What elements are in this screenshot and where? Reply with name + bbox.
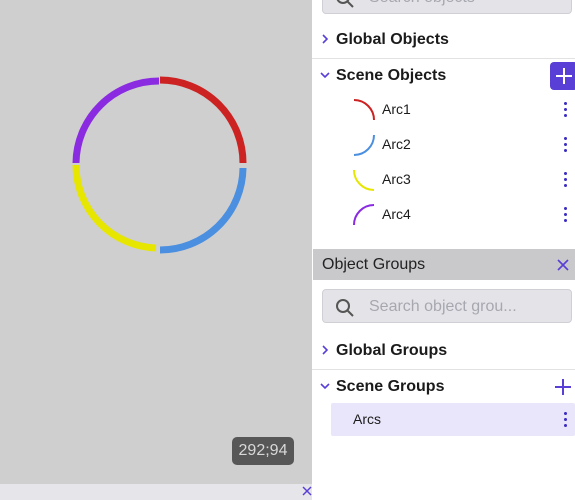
arc-purple bbox=[72, 77, 160, 164]
global-groups-section[interactable]: Global Groups bbox=[312, 333, 575, 370]
arc-blue bbox=[159, 167, 247, 254]
arc-thumbnail-icon bbox=[353, 204, 375, 226]
circle-drawing bbox=[72, 76, 247, 254]
more-options-icon[interactable] bbox=[564, 412, 568, 430]
chevron-down-icon bbox=[320, 72, 330, 79]
more-options-icon[interactable] bbox=[564, 207, 568, 225]
arc-thumbnail-icon bbox=[353, 169, 375, 191]
more-options-icon[interactable] bbox=[564, 102, 568, 120]
chevron-right-icon bbox=[322, 345, 329, 355]
plus-icon bbox=[556, 68, 572, 84]
scene-groups-section[interactable]: Scene Groups bbox=[312, 369, 575, 405]
groups-search-input[interactable]: Search object grou... bbox=[322, 289, 572, 323]
search-icon bbox=[336, 0, 354, 8]
chevron-right-icon bbox=[322, 34, 329, 44]
add-object-button[interactable] bbox=[550, 62, 575, 90]
object-groups-header: Object Groups bbox=[313, 249, 575, 280]
global-objects-section[interactable]: Global Objects bbox=[312, 22, 575, 59]
search-icon bbox=[336, 299, 354, 317]
plus-icon bbox=[555, 379, 571, 395]
list-item-arc3[interactable]: Arc3 bbox=[312, 162, 575, 197]
scene-canvas[interactable]: 292;94 bbox=[0, 0, 312, 500]
arc-thumbnail-icon bbox=[353, 134, 375, 156]
more-options-icon[interactable] bbox=[564, 137, 568, 155]
add-group-button[interactable] bbox=[554, 378, 572, 401]
more-options-icon[interactable] bbox=[564, 172, 568, 190]
arc-thumbnail-icon bbox=[353, 99, 375, 121]
bottom-panel-header bbox=[0, 484, 312, 500]
chevron-down-icon bbox=[320, 383, 330, 390]
list-item-arc4[interactable]: Arc4 bbox=[312, 197, 575, 232]
list-item-arc2[interactable]: Arc2 bbox=[312, 127, 575, 162]
list-item-arcs-group[interactable]: Arcs bbox=[331, 403, 575, 436]
list-item-arc1[interactable]: Arc1 bbox=[312, 92, 575, 127]
arc-red bbox=[159, 76, 247, 164]
objects-panel: Search objects Global Objects Scene Obje… bbox=[312, 0, 575, 500]
coordinate-readout: 292;94 bbox=[232, 437, 294, 465]
objects-search-input[interactable]: Search objects bbox=[322, 0, 572, 14]
close-icon[interactable] bbox=[557, 258, 569, 276]
arc-yellow bbox=[72, 164, 157, 252]
scene-objects-section[interactable]: Scene Objects bbox=[312, 58, 575, 94]
